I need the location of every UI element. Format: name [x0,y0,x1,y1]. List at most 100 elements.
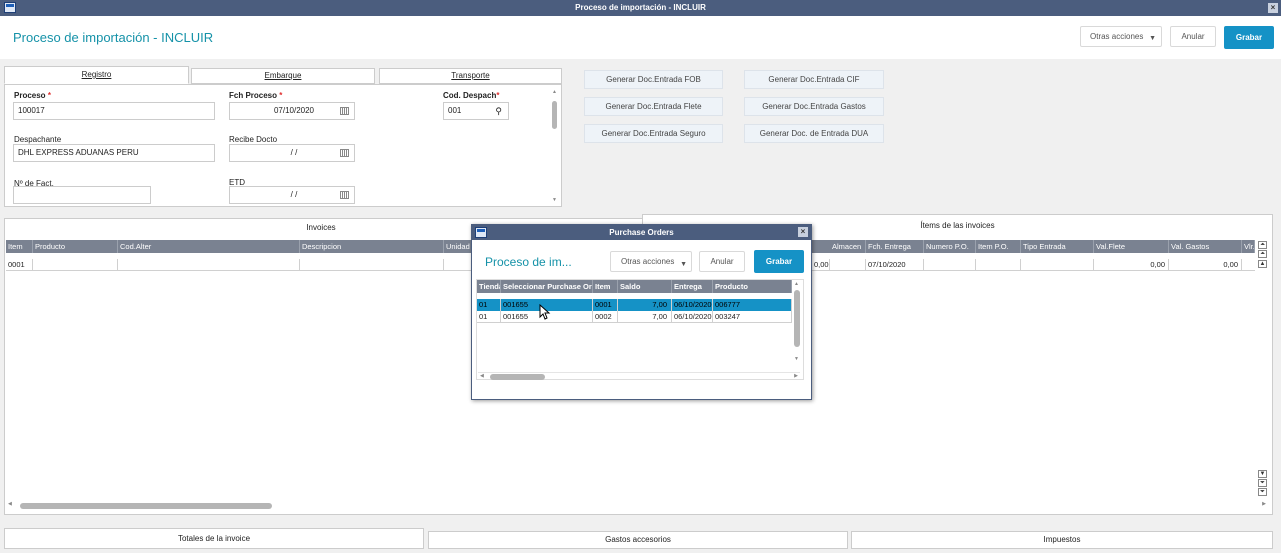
form-scrollbar[interactable]: ▲ ▼ [550,89,559,203]
col-header[interactable]: Cod.Alter [118,240,300,253]
calendar-icon[interactable] [340,149,349,157]
dialog-horizontal-scrollbar[interactable]: ◀ ▶ [478,372,800,380]
cell: 0,00 [1169,259,1242,271]
scroll-right-icon[interactable]: ▶ [794,373,798,379]
col-header[interactable]: Seleccionar Purchase Or [501,280,593,293]
dialog-more-actions-button[interactable]: Otras acciones ▼ [610,251,692,272]
col-header[interactable]: Numero P.O. [924,240,976,253]
tab-label: Embarque [264,71,302,80]
gen-seguro-button[interactable]: Generar Doc.Entrada Seguro [584,124,723,143]
col-header[interactable]: Item [593,280,618,293]
col-header[interactable]: Entrega [672,280,713,293]
chevron-down-icon: ▼ [1149,35,1156,42]
col-header[interactable]: Item [6,240,33,253]
move-up-icon[interactable]: ⏶ [1258,250,1267,258]
horizontal-scrollbar[interactable]: ◀ ▶ [8,501,1266,510]
scroll-right-icon[interactable]: ▶ [1262,501,1266,507]
cell: 0,00 [814,259,830,271]
cell: 01 [477,311,501,323]
col-header[interactable]: Descripcion [300,240,444,253]
col-header[interactable]: Almacen [830,240,866,253]
col-header[interactable]: Val. Gastos [1169,240,1242,253]
chevron-down-icon: ▼ [680,261,687,268]
col-header[interactable]: Vlr. [1242,240,1255,253]
save-button[interactable]: Grabar [1224,26,1274,49]
fch-proceso-label: Fch Proceso * [229,91,283,100]
dialog-title: Purchase Orders [609,228,674,237]
gen-gastos-button[interactable]: Generar Doc.Entrada Gastos [744,97,884,116]
scroll-left-icon[interactable]: ◀ [480,373,484,379]
calendar-icon[interactable] [340,191,349,199]
col-header[interactable]: Producto [713,280,792,293]
col-header[interactable]: Producto [33,240,118,253]
tab-gastos-accesorios[interactable]: Gastos accesorios [428,531,848,549]
calendar-icon[interactable] [340,107,349,115]
table-row[interactable]: 0,00 07/10/2020 0,00 0,00 [812,259,1255,271]
more-actions-button[interactable]: Otras acciones ▼ [1080,26,1162,47]
close-icon[interactable]: × [798,227,808,237]
move-down-icon[interactable]: ⏷ [1258,479,1267,487]
search-icon[interactable]: ⚲ [495,103,502,119]
dialog-grid [476,279,804,380]
gen-flete-button[interactable]: Generar Doc.Entrada Flete [584,97,723,116]
fch-proceso-field[interactable]: 07/10/2020 [229,102,355,120]
scroll-thumb[interactable] [552,101,557,129]
tab-impuestos[interactable]: Impuestos [851,531,1273,549]
col-header[interactable]: Item P.O. [976,240,1021,253]
cell: 06/10/2020 [674,299,713,311]
cell: 01 [477,299,501,311]
tab-label: Registro [81,70,112,79]
gen-cif-button[interactable]: Generar Doc.Entrada CIF [744,70,884,89]
tab-totales[interactable]: Totales de la invoice [4,528,424,549]
cell [444,259,472,271]
move-up-icon[interactable]: ▲ [1258,260,1267,268]
cancel-button[interactable]: Anular [1170,26,1216,47]
cell [830,259,866,271]
dialog-save-button[interactable]: Grabar [754,250,804,273]
col-header[interactable]: Unidad [444,240,472,253]
scroll-down-icon[interactable]: ▼ [552,197,557,203]
table-row[interactable]: 01 001655 0002 7,00 06/10/2020 003247 [477,311,792,323]
tab-label: Transporte [451,71,490,80]
scroll-down-icon[interactable]: ▼ [794,356,799,362]
gen-dua-button[interactable]: Generar Doc. de Entrada DUA [744,124,884,143]
cell [33,259,118,271]
col-header[interactable]: Val.Flete [1094,240,1169,253]
scroll-thumb[interactable] [794,290,800,347]
purchase-orders-dialog: Purchase Orders × Proceso de im... Otras… [471,224,812,400]
tab-embarque[interactable]: Embarque [191,68,375,84]
proceso-field[interactable]: 100017 [13,102,215,120]
cell: 0001 [593,299,618,311]
move-down-icon[interactable]: ▼ [1258,470,1267,478]
app-icon [475,227,487,238]
cell: 003247 [713,311,792,323]
tab-transporte[interactable]: Transporte [379,68,562,84]
move-bottom-icon[interactable]: ⏷ [1258,488,1267,496]
scroll-up-icon[interactable]: ▲ [794,281,799,287]
scroll-thumb[interactable] [490,374,545,380]
despachante-label: Despachante [14,135,62,144]
col-header[interactable]: Fch. Entrega [866,240,924,253]
col-header[interactable]: Saldo [618,280,672,293]
etd-field[interactable]: / / [229,186,355,204]
scroll-thumb[interactable] [20,503,272,509]
table-row[interactable]: 01 001655 0001 7,00 06/10/2020 006777 [477,299,792,311]
dialog-grid-header: Tienda Seleccionar Purchase Or Item Sald… [477,280,792,293]
cod-despach-field[interactable]: 001 ⚲ [443,102,509,120]
move-top-icon[interactable]: ⏶ [1258,241,1267,249]
scroll-left-icon[interactable]: ◀ [8,501,12,507]
dialog-cancel-button[interactable]: Anular [699,251,745,272]
close-icon[interactable]: × [1268,3,1278,13]
window-title: Proceso de importación - INCLUIR [575,3,706,12]
table-row[interactable]: 0001 [6,259,472,271]
scroll-up-icon[interactable]: ▲ [550,89,559,95]
recibe-docto-field[interactable]: / / [229,144,355,162]
col-header[interactable]: Tipo Entrada [1021,240,1094,253]
despachante-field[interactable]: DHL EXPRESS ADUANAS PERU [13,144,215,162]
gen-fob-button[interactable]: Generar Doc.Entrada FOB [584,70,723,89]
dialog-vertical-scrollbar[interactable]: ▲ ▼ [792,281,802,371]
tab-registro[interactable]: Registro [4,66,189,84]
cell: 07/10/2020 [866,259,924,271]
nro-fact-field[interactable] [13,186,151,204]
col-header[interactable]: Tienda [477,280,501,293]
